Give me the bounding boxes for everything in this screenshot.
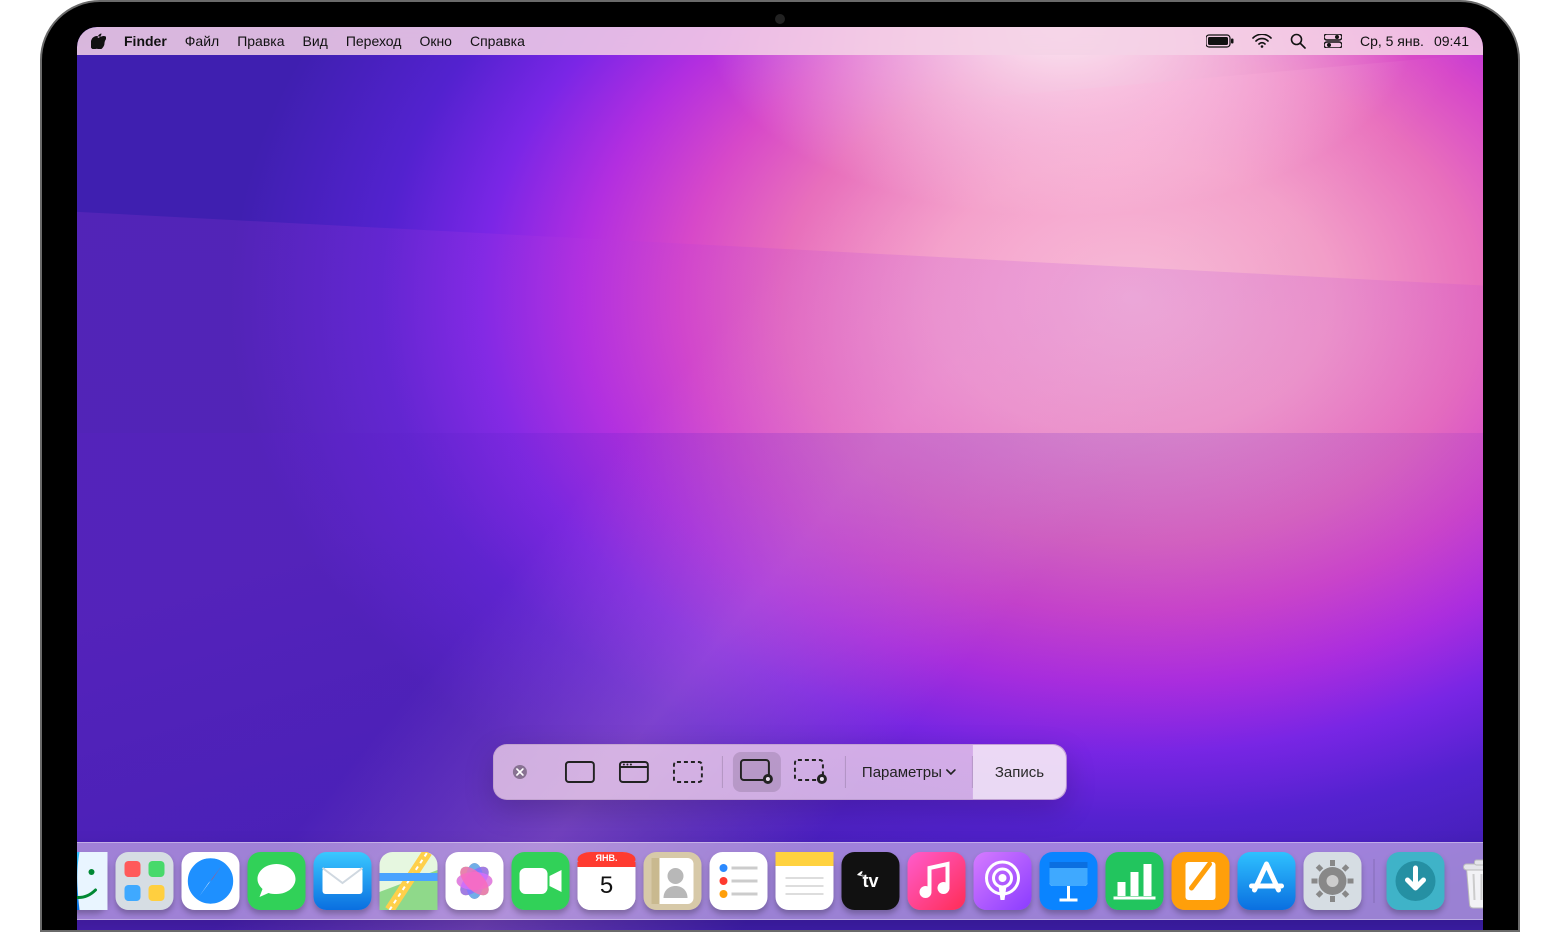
dock-app-system-preferences[interactable] [1304, 852, 1362, 910]
options-button[interactable]: Параметры [846, 752, 972, 792]
menu-window[interactable]: Окно [419, 33, 452, 49]
dock-app-pages[interactable] [1172, 852, 1230, 910]
menubar-time[interactable]: 09:41 [1434, 33, 1469, 49]
camera-dot [775, 14, 785, 24]
calendar-month: ЯНВ. [596, 853, 618, 863]
dock-app-numbers[interactable] [1106, 852, 1164, 910]
dock-app-contacts[interactable] [644, 852, 702, 910]
dock-app-finder[interactable] [77, 852, 108, 910]
dock-app-podcasts[interactable] [974, 852, 1032, 910]
dock-app-calendar[interactable]: ЯНВ. 5 [578, 852, 636, 910]
dock-app-launchpad[interactable] [116, 852, 174, 910]
capture-entire-screen-button[interactable] [556, 752, 604, 792]
wifi-icon[interactable] [1252, 34, 1272, 48]
dock-separator [1374, 859, 1375, 904]
battery-icon[interactable] [1206, 34, 1234, 48]
record-selection-button[interactable] [787, 752, 835, 792]
dock-app-keynote[interactable] [1040, 852, 1098, 910]
dock-app-music[interactable] [908, 852, 966, 910]
calendar-day: 5 [600, 872, 613, 900]
dock-app-notes[interactable] [776, 852, 834, 910]
dock-app-facetime[interactable] [512, 852, 570, 910]
close-toolbar-button[interactable] [504, 752, 536, 792]
menu-help[interactable]: Справка [470, 33, 525, 49]
capture-selection-button[interactable] [664, 752, 712, 792]
dock-app-photos[interactable] [446, 852, 504, 910]
dock-app-messages[interactable] [248, 852, 306, 910]
desktop[interactable]: Finder Файл Правка Вид Переход Окно Спра… [77, 27, 1483, 930]
dock-app-appletv[interactable]: tv [842, 852, 900, 910]
control-center-icon[interactable] [1324, 34, 1342, 48]
dock-app-safari[interactable] [182, 852, 240, 910]
action-label: Запись [995, 764, 1044, 781]
menu-file[interactable]: Файл [185, 33, 219, 49]
active-app-name[interactable]: Finder [124, 33, 167, 49]
dock: ЯНВ. 5 tv [77, 842, 1483, 920]
capture-window-button[interactable] [610, 752, 658, 792]
menubar-date[interactable]: Ср, 5 янв. [1360, 33, 1424, 49]
options-label: Параметры [862, 764, 942, 781]
dock-app-maps[interactable] [380, 852, 438, 910]
record-entire-screen-button[interactable] [733, 752, 781, 792]
chevron-down-icon [946, 769, 956, 775]
menu-go[interactable]: Переход [346, 33, 402, 49]
screenshot-toolbar: Параметры Запись [493, 744, 1067, 800]
macbook-frame: Finder Файл Правка Вид Переход Окно Спра… [40, 0, 1520, 932]
dock-app-mail[interactable] [314, 852, 372, 910]
dock-app-reminders[interactable] [710, 852, 768, 910]
menu-edit[interactable]: Правка [237, 33, 284, 49]
menu-view[interactable]: Вид [303, 33, 328, 49]
apple-menu-icon[interactable] [91, 33, 106, 49]
menubar: Finder Файл Правка Вид Переход Окно Спра… [77, 27, 1483, 55]
record-action-button[interactable]: Запись [973, 745, 1066, 799]
dock-downloads[interactable] [1387, 852, 1445, 910]
dock-trash[interactable] [1453, 852, 1484, 910]
spotlight-icon[interactable] [1290, 33, 1306, 49]
dock-app-appstore[interactable] [1238, 852, 1296, 910]
